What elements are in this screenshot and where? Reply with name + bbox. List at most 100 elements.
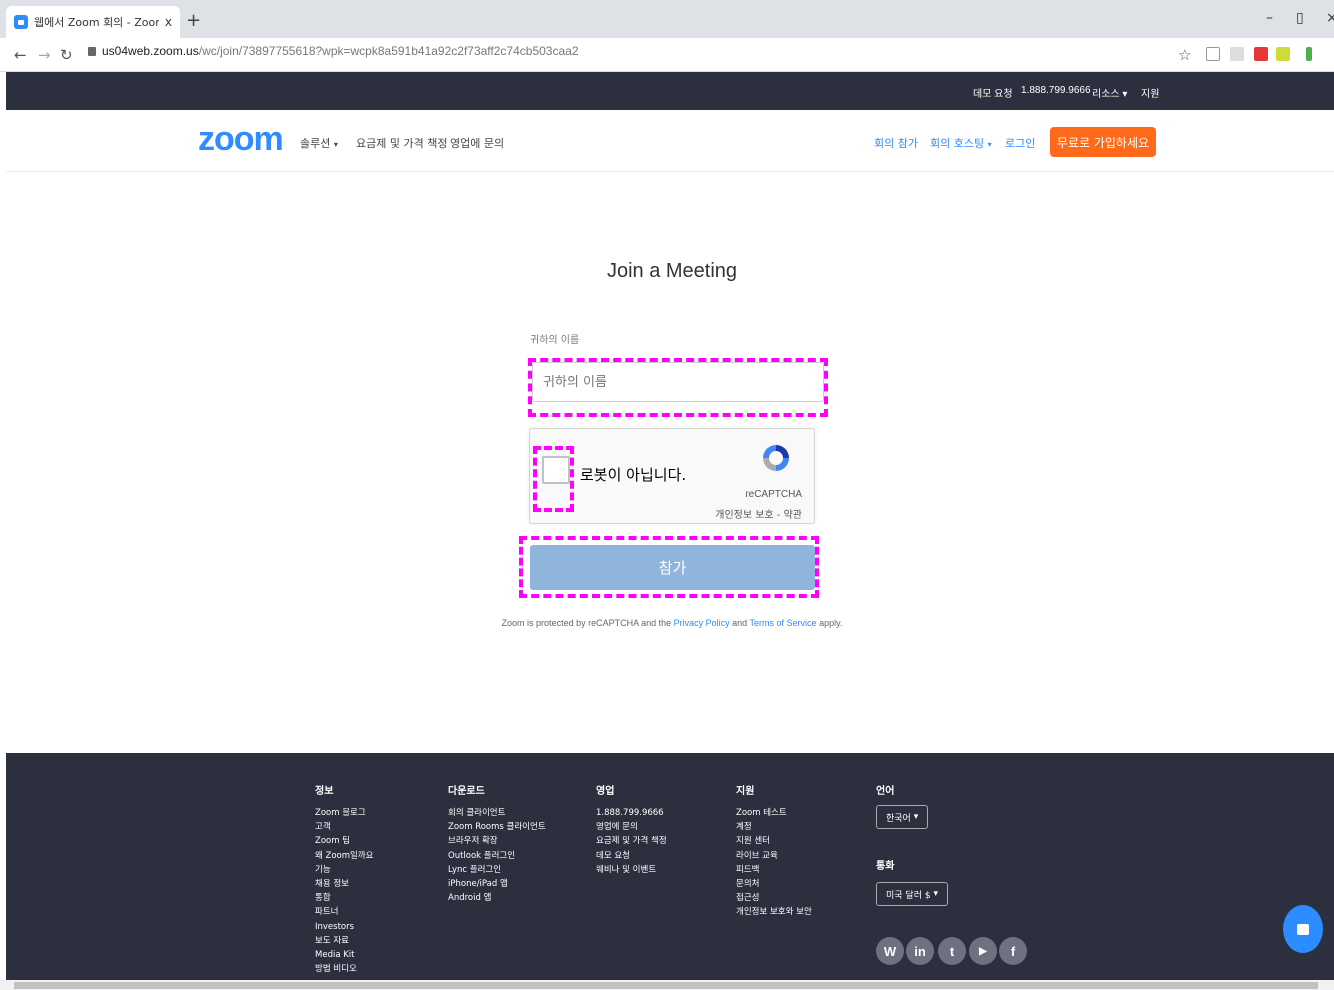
footer-link[interactable]: 왜 Zoom일까요 <box>315 849 374 863</box>
footer-link[interactable]: 데모 요청 <box>596 849 667 863</box>
footer-link[interactable]: 피드백 <box>736 863 812 877</box>
footer-link[interactable]: 통합 <box>315 891 374 905</box>
cast-extension-icon[interactable] <box>1206 47 1220 61</box>
footer-link[interactable]: 파트너 <box>315 905 374 919</box>
recaptcha-brand: reCAPTCHA <box>745 489 802 500</box>
recaptcha-logo-icon <box>763 445 789 471</box>
resources-label: 리소스 <box>1092 89 1120 100</box>
footer-link[interactable]: 고객 <box>315 820 374 834</box>
bookmark-star-icon[interactable]: ☆ <box>1178 46 1191 64</box>
footer-link[interactable]: 요금제 및 가격 책정 <box>596 834 667 848</box>
legal-prefix: Zoom is protected by reCAPTCHA and the <box>501 618 672 628</box>
recaptcha-privacy-terms-link[interactable]: 개인정보 보호 - 약관 <box>700 506 802 521</box>
footer-download-title: 다운로드 <box>448 786 485 797</box>
legal-and: and <box>732 618 748 628</box>
host-meeting-menu[interactable]: 회의 호스팅 ▾ <box>930 135 992 151</box>
footer-language-title: 언어 <box>876 786 895 797</box>
footer-link[interactable]: 개인정보 보호와 보안 <box>736 905 812 919</box>
browser-tab[interactable]: 웹에서 Zoom 회의 - Zoom x <box>6 6 180 38</box>
contact-sales-link[interactable]: 영업에 문의 <box>450 135 504 151</box>
terms-of-service-link[interactable]: Terms of Service <box>750 618 817 628</box>
footer-link[interactable]: 라이브 교육 <box>736 849 812 863</box>
browser-tab-strip: 웹에서 Zoom 회의 - Zoom x + – ▯ × <box>0 0 1334 38</box>
restore-icon[interactable]: ▯ <box>1296 10 1304 26</box>
demo-request-link[interactable]: 데모 요청 <box>973 85 1013 100</box>
twitter-icon[interactable]: t <box>938 937 966 965</box>
footer-link[interactable]: Outlook 플러그인 <box>448 849 546 863</box>
footer-download-list: 회의 클라이언트 Zoom Rooms 클라이언트 브라우저 확장 Outloo… <box>448 806 546 905</box>
footer-link[interactable]: 보도 자료 <box>315 934 374 948</box>
facebook-icon[interactable]: f <box>999 937 1027 965</box>
reload-icon[interactable]: ↻ <box>60 46 73 64</box>
footer-link[interactable]: 문의처 <box>736 877 812 891</box>
footer-link[interactable]: 회의 클라이언트 <box>448 806 546 820</box>
name-label: 귀하의 이름 <box>530 335 580 346</box>
footer-support-title: 지원 <box>736 786 755 797</box>
highlight-captcha-checkbox <box>533 446 574 512</box>
pricing-link[interactable]: 요금제 및 가격 책정 <box>356 135 447 151</box>
footer-link[interactable]: 1.888.799.9666 <box>596 806 667 820</box>
red-extension-icon[interactable] <box>1254 47 1268 61</box>
signup-button[interactable]: 무료로 가입하세요 <box>1050 127 1156 157</box>
extension-icon[interactable] <box>1230 47 1244 61</box>
legal-suffix: apply. <box>819 618 843 628</box>
solutions-menu[interactable]: 솔루션 ▾ <box>300 135 338 151</box>
footer-link[interactable]: 접근성 <box>736 891 812 905</box>
back-icon[interactable]: ← <box>14 46 27 64</box>
currency-select[interactable]: 미국 달러 $ ▾ <box>876 882 948 906</box>
new-tab-button[interactable]: + <box>186 10 201 31</box>
linkedin-icon[interactable]: in <box>906 937 934 965</box>
login-link[interactable]: 로그인 <box>1005 135 1035 151</box>
footer-link[interactable]: Zoom 테스트 <box>736 806 812 820</box>
language-select[interactable]: 한국어 ▾ <box>876 805 929 829</box>
language-value: 한국어 <box>886 813 911 824</box>
chevron-down-icon: ▾ <box>987 140 992 149</box>
footer-sales-title: 영업 <box>596 786 615 797</box>
close-window-icon[interactable]: × <box>1326 10 1334 26</box>
footer-link[interactable]: Media Kit <box>315 948 374 962</box>
forward-icon[interactable]: → <box>38 46 51 64</box>
footer-about-title: 정보 <box>315 786 334 797</box>
page-title: Join a Meeting <box>606 260 738 282</box>
resources-menu[interactable]: 리소스 ▾ <box>1092 85 1127 100</box>
tab-close-icon[interactable]: x <box>165 15 172 29</box>
footer-link[interactable]: 기능 <box>315 863 374 877</box>
footer-link[interactable]: Zoom Rooms 클라이언트 <box>448 820 546 834</box>
footer-link[interactable]: 영업에 문의 <box>596 820 667 834</box>
chevron-down-icon: ▾ <box>333 140 338 149</box>
footer-link[interactable]: 브라우저 확장 <box>448 834 546 848</box>
yellow-extension-icon[interactable] <box>1276 47 1290 61</box>
scrollbar-thumb[interactable] <box>14 982 1318 989</box>
url-path: /wc/join/73897755618?wpk=wcpk8a591b41a92… <box>198 44 579 58</box>
join-button[interactable]: 참가 <box>530 545 815 590</box>
green-extension-icon[interactable] <box>1306 47 1312 61</box>
footer-about-list: Zoom 블로그 고객 Zoom 팀 왜 Zoom일까요 기능 채용 정보 통합… <box>315 806 374 976</box>
support-link[interactable]: 지원 <box>1141 85 1159 100</box>
privacy-policy-link[interactable]: Privacy Policy <box>674 618 730 628</box>
youtube-icon[interactable]: ▶ <box>969 937 997 965</box>
footer-link[interactable]: Zoom 팀 <box>315 834 374 848</box>
chat-bubble-icon <box>1297 923 1309 935</box>
recaptcha-label: 로봇이 아닙니다. <box>580 466 687 484</box>
footer-link[interactable]: 계정 <box>736 820 812 834</box>
wordpress-icon[interactable]: W <box>876 937 904 965</box>
chat-support-button[interactable] <box>1283 905 1323 953</box>
footer-link[interactable]: Investors <box>315 920 374 934</box>
footer-link[interactable]: Zoom 블로그 <box>315 806 374 820</box>
zoom-logo[interactable]: zoom <box>198 120 284 159</box>
horizontal-scrollbar[interactable] <box>0 980 1334 990</box>
footer-link[interactable]: Lync 플러그인 <box>448 863 546 877</box>
footer-currency-title: 통화 <box>876 861 895 872</box>
minimize-icon[interactable]: – <box>1266 10 1273 26</box>
solutions-label: 솔루션 <box>300 137 331 150</box>
url-field[interactable]: us04web.zoom.us/wc/join/73897755618?wpk=… <box>88 44 579 58</box>
utility-bar: 데모 요청 1.888.799.9666 리소스 ▾ 지원 <box>6 72 1334 110</box>
footer-link[interactable]: 웨비나 및 이벤트 <box>596 863 667 877</box>
footer-link[interactable]: iPhone/iPad 앱 <box>448 877 546 891</box>
footer-link[interactable]: 방법 비디오 <box>315 962 374 976</box>
footer-sales-list: 1.888.799.9666 영업에 문의 요금제 및 가격 책정 데모 요청 … <box>596 806 667 877</box>
join-meeting-link[interactable]: 회의 참가 <box>874 135 918 151</box>
footer-link[interactable]: 지원 센터 <box>736 834 812 848</box>
footer-link[interactable]: 채용 정보 <box>315 877 374 891</box>
footer-link[interactable]: Android 앱 <box>448 891 546 905</box>
